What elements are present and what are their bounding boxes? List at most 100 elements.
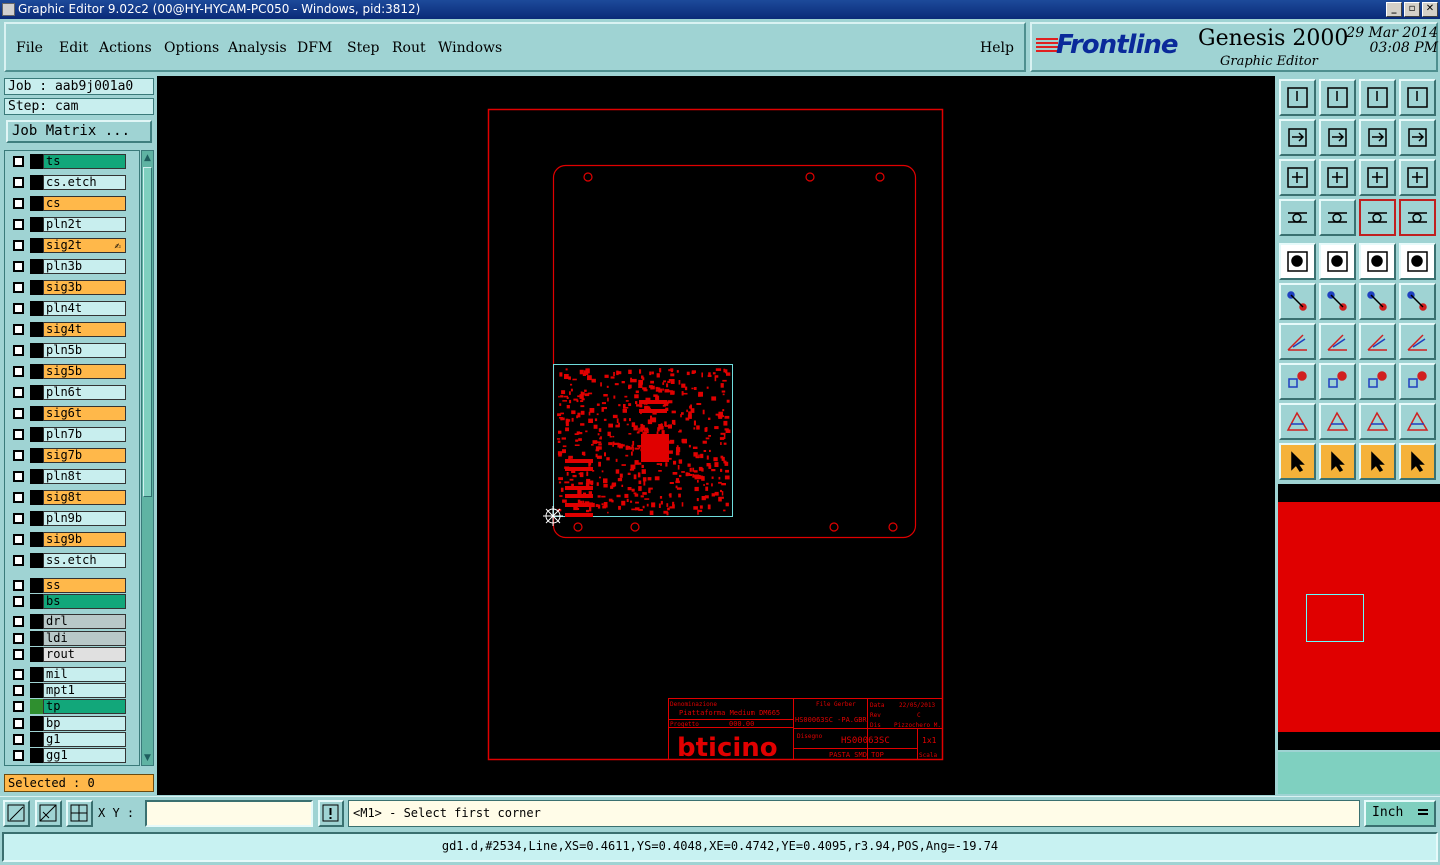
layer-row-sig9b[interactable]: sig9b: [5, 531, 139, 548]
layer-name[interactable]: sig7b: [43, 448, 126, 463]
layer-checkbox[interactable]: [13, 240, 24, 251]
layer-name[interactable]: pln4t: [43, 301, 126, 316]
layer-checkbox[interactable]: [13, 387, 24, 398]
layer-name[interactable]: tp: [43, 699, 126, 715]
help-button[interactable]: [1399, 159, 1436, 196]
layer-name[interactable]: sig2t ✍: [43, 238, 126, 253]
layer-row-mpt1[interactable]: mpt1: [5, 682, 139, 699]
select-box-button[interactable]: [1319, 443, 1356, 480]
slope-button[interactable]: [1319, 323, 1356, 360]
layer-row-ldi[interactable]: ldi: [5, 630, 139, 647]
save-button[interactable]: [1319, 79, 1356, 116]
layer-row-ss-etch[interactable]: ss.etch: [5, 552, 139, 569]
layer-checkbox[interactable]: [13, 177, 24, 188]
layer-checkbox[interactable]: [13, 733, 24, 745]
layer-name[interactable]: cs: [43, 196, 126, 211]
layer-name[interactable]: ss.etch: [43, 553, 126, 568]
layer-color-swatch[interactable]: [30, 448, 43, 463]
layer-color-swatch[interactable]: [30, 217, 43, 232]
layer-scrollbar[interactable]: ▲ ▼: [141, 150, 154, 766]
menu-rout[interactable]: Rout: [392, 40, 426, 56]
layer-checkbox[interactable]: [13, 156, 24, 167]
window-split-button[interactable]: [1399, 79, 1436, 116]
layer-color-swatch[interactable]: [30, 594, 43, 610]
layer-color-swatch[interactable]: [30, 553, 43, 568]
layer-row-cs-etch[interactable]: cs.etch: [5, 174, 139, 191]
layer-row-cs[interactable]: cs: [5, 195, 139, 212]
layer-color-swatch[interactable]: [30, 699, 43, 715]
layer-color-swatch[interactable]: [30, 667, 43, 682]
layer-row-pln9b[interactable]: pln9b: [5, 510, 139, 527]
layer-checkbox[interactable]: [13, 450, 24, 461]
menu-file[interactable]: File: [16, 40, 43, 56]
layer-row-mil[interactable]: mil: [5, 666, 139, 683]
layer-row-ts[interactable]: ts: [5, 153, 139, 170]
layer-checkbox[interactable]: [13, 303, 24, 314]
xy-input[interactable]: [145, 800, 313, 827]
triangle-button[interactable]: [1279, 403, 1316, 440]
layer-color-swatch[interactable]: [30, 511, 43, 526]
layer-checkbox[interactable]: [13, 408, 24, 419]
layer-color-swatch[interactable]: [30, 175, 43, 190]
layer-name[interactable]: sig9b: [43, 532, 126, 547]
units-dropdown[interactable]: Inch: [1364, 800, 1436, 827]
layer-name[interactable]: ss: [43, 578, 126, 593]
feature-copy-button[interactable]: [1399, 283, 1436, 320]
scroll-down-icon[interactable]: ▼: [143, 753, 152, 763]
layer-color-swatch[interactable]: [30, 683, 43, 699]
angle-button[interactable]: [1279, 323, 1316, 360]
layer-color-swatch[interactable]: [30, 731, 43, 747]
layer-name[interactable]: cs.etch: [43, 175, 126, 190]
layer-row-sig5b[interactable]: sig5b: [5, 363, 139, 380]
graphic-canvas[interactable]: Denominazione Piattaforma Medium DM665 P…: [157, 76, 1275, 795]
job-matrix-button[interactable]: Job Matrix ...: [6, 120, 152, 143]
menu-edit[interactable]: Edit: [59, 40, 88, 56]
menu-windows[interactable]: Windows: [438, 40, 502, 56]
menu-step[interactable]: Step: [347, 40, 379, 56]
line-button[interactable]: [1319, 243, 1356, 280]
layer-name[interactable]: ldi: [43, 630, 126, 646]
layer-toggle-button[interactable]: [1399, 199, 1436, 236]
home-button[interactable]: [1359, 79, 1396, 116]
layer-row-pln4t[interactable]: pln4t: [5, 300, 139, 317]
measure-button[interactable]: [35, 800, 62, 827]
layer-checkbox[interactable]: [13, 471, 24, 482]
layer-name[interactable]: pln6t: [43, 385, 126, 400]
layer-checkbox[interactable]: [13, 750, 24, 761]
layer-row-sig7b[interactable]: sig7b: [5, 447, 139, 464]
layer-name[interactable]: drl: [43, 614, 126, 630]
layer-color-swatch[interactable]: [30, 196, 43, 211]
layer-checkbox[interactable]: [13, 685, 24, 697]
layer-name[interactable]: mil: [43, 667, 126, 682]
layer-row-drl[interactable]: drl: [5, 613, 139, 630]
tools-button[interactable]: [1279, 199, 1316, 236]
layer-checkbox[interactable]: [13, 717, 24, 729]
pan-button[interactable]: [1359, 119, 1396, 156]
layer-row-sig3b[interactable]: sig3b: [5, 279, 139, 296]
layer-name[interactable]: bp: [43, 715, 126, 731]
layer-checkbox[interactable]: [13, 219, 24, 230]
layer-checkbox[interactable]: [13, 261, 24, 272]
trim-button[interactable]: [1399, 403, 1436, 440]
layer-row-sig4t[interactable]: sig4t: [5, 321, 139, 338]
snap-pad-button[interactable]: [1279, 363, 1316, 400]
shape-button[interactable]: [1399, 363, 1436, 400]
layer-row-pln3b[interactable]: pln3b: [5, 258, 139, 275]
layer-checkbox[interactable]: [13, 513, 24, 524]
ruler-button[interactable]: [1359, 243, 1396, 280]
layer-checkbox[interactable]: [13, 492, 24, 503]
layer-color-swatch[interactable]: [30, 364, 43, 379]
grid-button[interactable]: [1319, 199, 1356, 236]
layer-checkbox[interactable]: [13, 555, 24, 566]
polygon-button[interactable]: [1319, 403, 1356, 440]
fit-button[interactable]: [1279, 159, 1316, 196]
layer-checkbox[interactable]: [13, 282, 24, 293]
layer-name[interactable]: mpt1: [43, 683, 126, 699]
layer-checkbox[interactable]: [13, 366, 24, 377]
layer-row-g1[interactable]: g1: [5, 731, 139, 748]
layer-name[interactable]: pln9b: [43, 511, 126, 526]
layer-color-swatch[interactable]: [30, 532, 43, 547]
menu-dfm[interactable]: DFM: [297, 40, 332, 56]
layer-row-pln6t[interactable]: pln6t: [5, 384, 139, 401]
layer-color-swatch[interactable]: [30, 343, 43, 358]
